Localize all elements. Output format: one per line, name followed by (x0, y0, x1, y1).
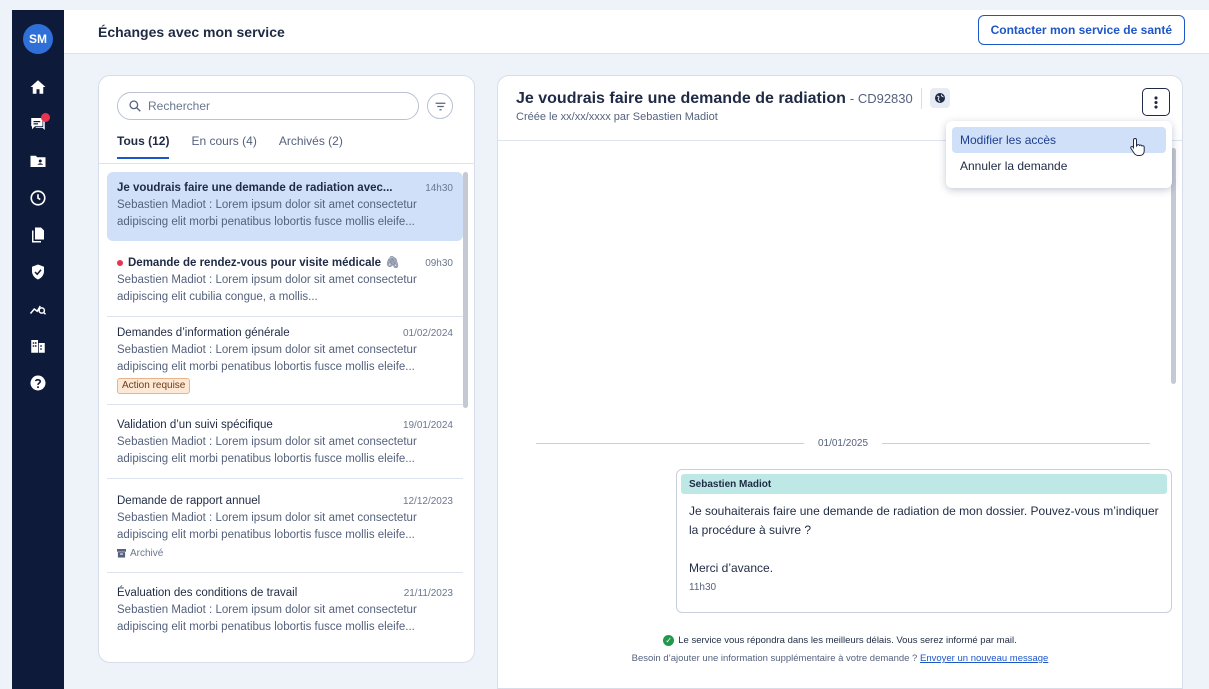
documents-icon (32, 227, 44, 242)
visibility-button[interactable] (920, 88, 950, 109)
list-item[interactable]: Demande de rendez-vous pour visite médic… (107, 247, 463, 317)
sidebar-item-documents[interactable] (12, 216, 64, 253)
conversation-title: Demande de rendez-vous pour visite médic… (128, 257, 382, 269)
globe-icon (934, 93, 945, 103)
contact-health-service-button[interactable]: Contacter mon service de santé (977, 15, 1185, 45)
tabs-divider (99, 163, 474, 164)
list-scrollbar[interactable] (463, 172, 468, 408)
conversation-snippet: Sebastien Madiot : Lorem ipsum dolor sit… (117, 604, 417, 633)
sidebar-item-analytics[interactable] (12, 290, 64, 327)
date-separator: 01/01/2025 (536, 438, 1150, 449)
sidebar: SM (12, 10, 64, 689)
conversation-title: Évaluation des conditions de travail (117, 587, 298, 599)
list-item[interactable]: Évaluation des conditions de travail 21/… (107, 573, 463, 646)
archive-icon (117, 549, 126, 558)
response-info: ✓ Le service vous répondra dans les meill… (498, 635, 1182, 664)
building-icon (31, 339, 45, 353)
attachment-icon: 🖇︎ (385, 257, 400, 269)
list-item[interactable]: Demandes d’information générale 01/02/20… (107, 317, 463, 405)
more-options-button[interactable] (1142, 88, 1170, 116)
list-item[interactable]: Demande de rapport annuel 12/12/2023 Seb… (107, 479, 463, 573)
folder-icon (30, 155, 46, 167)
home-icon (30, 79, 46, 94)
conversation-reference: - CD92830 (849, 91, 913, 106)
archived-badge: Archivé (117, 545, 453, 562)
message-signoff: Merci d’avance. (689, 561, 774, 575)
sidebar-item-home[interactable] (12, 68, 64, 105)
sidebar-item-organization[interactable] (12, 327, 64, 364)
sidebar-item-security[interactable] (12, 253, 64, 290)
check-circle-icon: ✓ (663, 635, 675, 646)
message-author: Sebastien Madiot (681, 474, 1167, 494)
conversation-list-panel: Tous (12) En cours (4) Archivés (2) Je v… (98, 75, 475, 663)
conversation-time: 19/01/2024 (402, 420, 453, 431)
add-info-question: Besoin d’ajouter une information supplém… (631, 653, 918, 665)
conversation-snippet: Sebastien Madiot : Lorem ipsum dolor sit… (117, 436, 417, 465)
conversation-list: Je voudrais faire une demande de radiati… (107, 172, 463, 646)
conversation-time: 21/11/2023 (403, 588, 453, 599)
conversation-time: 14h30 (425, 183, 453, 194)
tab-in-progress[interactable]: En cours (4) (191, 134, 256, 159)
search-input[interactable] (148, 99, 398, 113)
list-item[interactable]: Validation d’un suivi spécifique 19/01/2… (107, 405, 463, 479)
search-row (117, 92, 453, 120)
conversation-title: Demande de rapport annuel (117, 495, 261, 507)
filter-button[interactable] (427, 93, 453, 119)
conversation-snippet: Sebastien Madiot : Lorem ipsum dolor sit… (117, 274, 417, 303)
hand-pointer-icon (1130, 137, 1145, 156)
message-text: Je souhaiterais faire une demande de rad… (689, 504, 1159, 537)
sidebar-item-folder[interactable] (12, 142, 64, 179)
conversation-title: Validation d’un suivi spécifique (117, 419, 273, 431)
message-time: 11h30 (689, 582, 717, 593)
sidebar-nav (12, 68, 64, 401)
shield-icon (32, 264, 44, 279)
conversation-time: 09h30 (425, 258, 453, 269)
tab-archived[interactable]: Archivés (2) (279, 134, 343, 159)
avatar[interactable]: SM (23, 24, 53, 54)
message-body: Je souhaiterais faire une demande de rad… (677, 498, 1171, 578)
archived-label: Archivé (130, 548, 164, 559)
help-icon (30, 375, 46, 390)
conversation-heading: Je voudrais faire une demande de radiati… (516, 88, 1182, 109)
conversation-snippet: Sebastien Madiot : Lorem ipsum dolor sit… (117, 344, 417, 373)
sidebar-item-history[interactable] (12, 179, 64, 216)
conversation-snippet: Sebastien Madiot : Lorem ipsum dolor sit… (117, 199, 417, 228)
search-icon (129, 100, 141, 112)
notification-dot (41, 113, 50, 122)
conversation-header: Je voudrais faire une demande de radiati… (516, 88, 1182, 123)
conversation-time: 01/02/2024 (402, 328, 453, 339)
search-field[interactable] (117, 92, 419, 120)
conversation-detail-title: Je voudrais faire une demande de radiati… (516, 89, 846, 107)
message-card: Sebastien Madiot Je souhaiterais faire u… (676, 469, 1172, 613)
clock-icon (30, 189, 46, 206)
action-required-badge: Action requise (117, 378, 191, 394)
conversation-title: Je voudrais faire une demande de radiati… (117, 182, 393, 194)
more-vertical-icon (1154, 95, 1158, 109)
conversation-time: 12/12/2023 (402, 496, 453, 507)
send-new-message-link[interactable]: Envoyer un nouveau message (920, 653, 1048, 664)
sidebar-item-messages[interactable] (12, 105, 64, 142)
list-item[interactable]: Je voudrais faire une demande de radiati… (107, 172, 463, 241)
tab-all[interactable]: Tous (12) (117, 134, 170, 159)
conversation-snippet: Sebastien Madiot : Lorem ipsum dolor sit… (117, 512, 417, 541)
sidebar-item-help[interactable] (12, 364, 64, 401)
page-title: Échanges avec mon service (98, 23, 285, 40)
analytics-icon (29, 305, 47, 315)
date-separator-label: 01/01/2025 (817, 438, 869, 449)
filter-icon (435, 102, 445, 110)
unread-indicator (117, 259, 123, 266)
response-info-text: Le service vous répondra dans les meille… (678, 635, 1017, 647)
conversation-title: Demandes d’information générale (117, 327, 290, 339)
conversation-tabs: Tous (12) En cours (4) Archivés (2) (117, 134, 365, 159)
top-header: Échanges avec mon service Contacter mon … (64, 10, 1209, 54)
